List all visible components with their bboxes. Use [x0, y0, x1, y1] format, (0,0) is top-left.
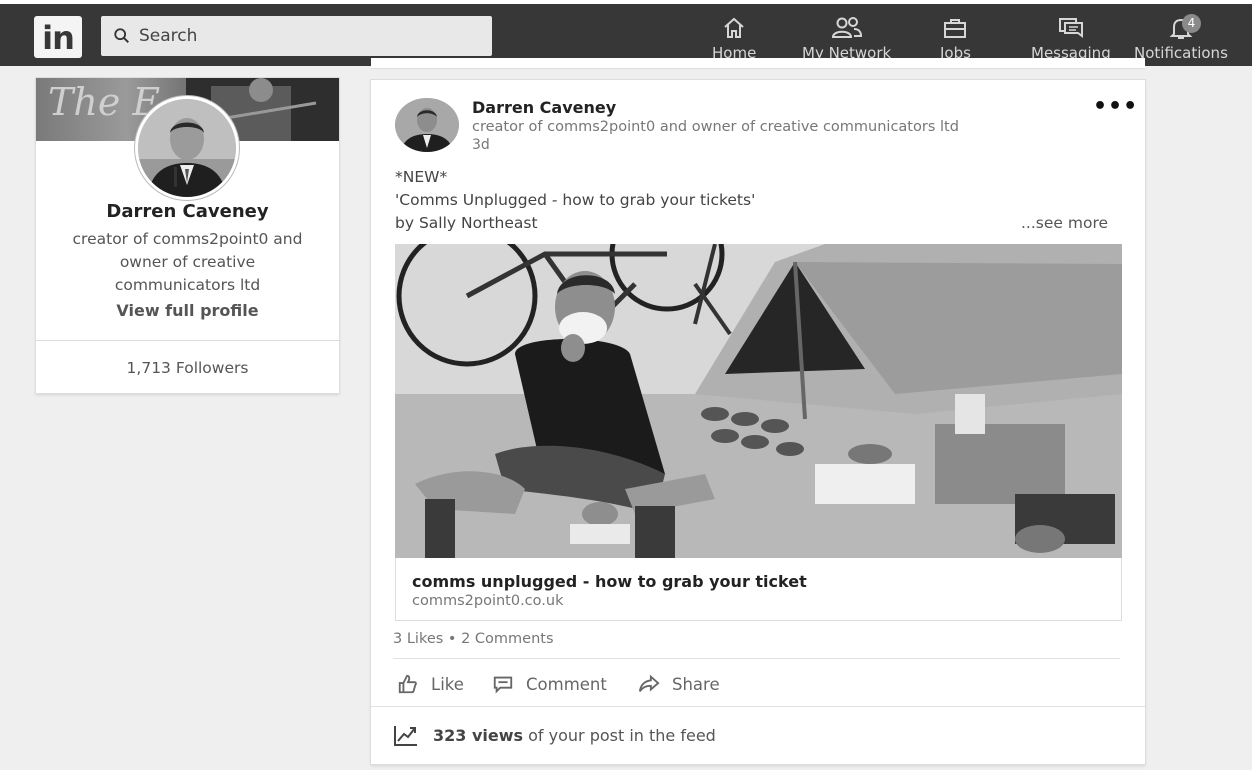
- like-label: Like: [431, 674, 464, 694]
- nav-messaging[interactable]: Messaging: [1031, 14, 1111, 64]
- thumbs-up-icon: [398, 674, 417, 694]
- like-button[interactable]: Like: [397, 673, 464, 695]
- divider: [36, 340, 339, 341]
- post-author-name[interactable]: Darren Caveney: [472, 98, 616, 117]
- network-icon: [831, 17, 862, 38]
- comment-icon: [493, 676, 513, 694]
- profile-headline: creator of comms2point0 and owner of cre…: [72, 230, 303, 294]
- share-button[interactable]: Share: [638, 673, 720, 695]
- post-views-link[interactable]: 323 views of your post in the feed: [393, 723, 716, 747]
- briefcase-icon: [944, 19, 967, 38]
- share-label: Share: [672, 674, 720, 694]
- post-text-line: *NEW*: [395, 168, 448, 186]
- more-options-icon[interactable]: •••: [1093, 94, 1138, 119]
- search-box[interactable]: [101, 16, 492, 56]
- link-source: comms2point0.co.uk: [412, 593, 564, 609]
- nav-jobs[interactable]: Jobs: [940, 14, 971, 64]
- profile-name[interactable]: Darren Caveney: [36, 201, 339, 222]
- post-text-line: 'Comms Unplugged - how to grab your tick…: [395, 191, 756, 209]
- profile-card: The E Darren Caveney creator of comms2po…: [36, 78, 339, 393]
- feed-post: Darren Caveney creator of comms2point0 a…: [371, 80, 1145, 764]
- nav-my-network[interactable]: My Network: [802, 14, 891, 64]
- messaging-icon: [1058, 18, 1083, 38]
- trending-chart-icon: [394, 726, 417, 746]
- search-icon: [114, 28, 130, 44]
- home-icon: [724, 17, 744, 38]
- post-author-headline: creator of comms2point0 and owner of cre…: [472, 119, 959, 135]
- post-text-line: by Sally Northeast: [395, 214, 538, 232]
- profile-avatar[interactable]: [135, 96, 239, 200]
- post-timestamp: 3d: [472, 137, 490, 153]
- view-full-profile-link[interactable]: View full profile: [36, 301, 339, 320]
- divider: [393, 658, 1120, 659]
- nav-label: Notifications: [1134, 44, 1228, 62]
- views-text: of your post in the feed: [523, 725, 716, 745]
- comment-button[interactable]: Comment: [492, 673, 607, 695]
- author-avatar[interactable]: [395, 98, 459, 152]
- social-counts[interactable]: 3 Likes • 2 Comments: [393, 631, 554, 647]
- divider: [371, 706, 1145, 707]
- comment-label: Comment: [526, 674, 607, 694]
- link-title[interactable]: comms unplugged - how to grab your ticke…: [412, 572, 807, 591]
- followers-count[interactable]: 1,713 Followers: [36, 359, 339, 377]
- share-icon: [638, 674, 660, 692]
- shared-article-image[interactable]: [395, 244, 1122, 558]
- notifications-badge: 4: [1182, 14, 1201, 33]
- linkedin-logo[interactable]: in: [34, 16, 82, 58]
- views-count: 323 views: [433, 725, 524, 745]
- previous-post-edge: [371, 58, 1145, 68]
- search-input[interactable]: [139, 26, 479, 46]
- nav-notifications[interactable]: 4 Notifications: [1134, 14, 1228, 64]
- see-more-link[interactable]: ...see more: [1021, 214, 1108, 232]
- top-navigation-bar: in Home My Network Jobs Messaging 4 Noti…: [0, 0, 1252, 66]
- nav-home[interactable]: Home: [712, 14, 756, 64]
- shared-link-preview[interactable]: comms unplugged - how to grab your ticke…: [395, 558, 1122, 621]
